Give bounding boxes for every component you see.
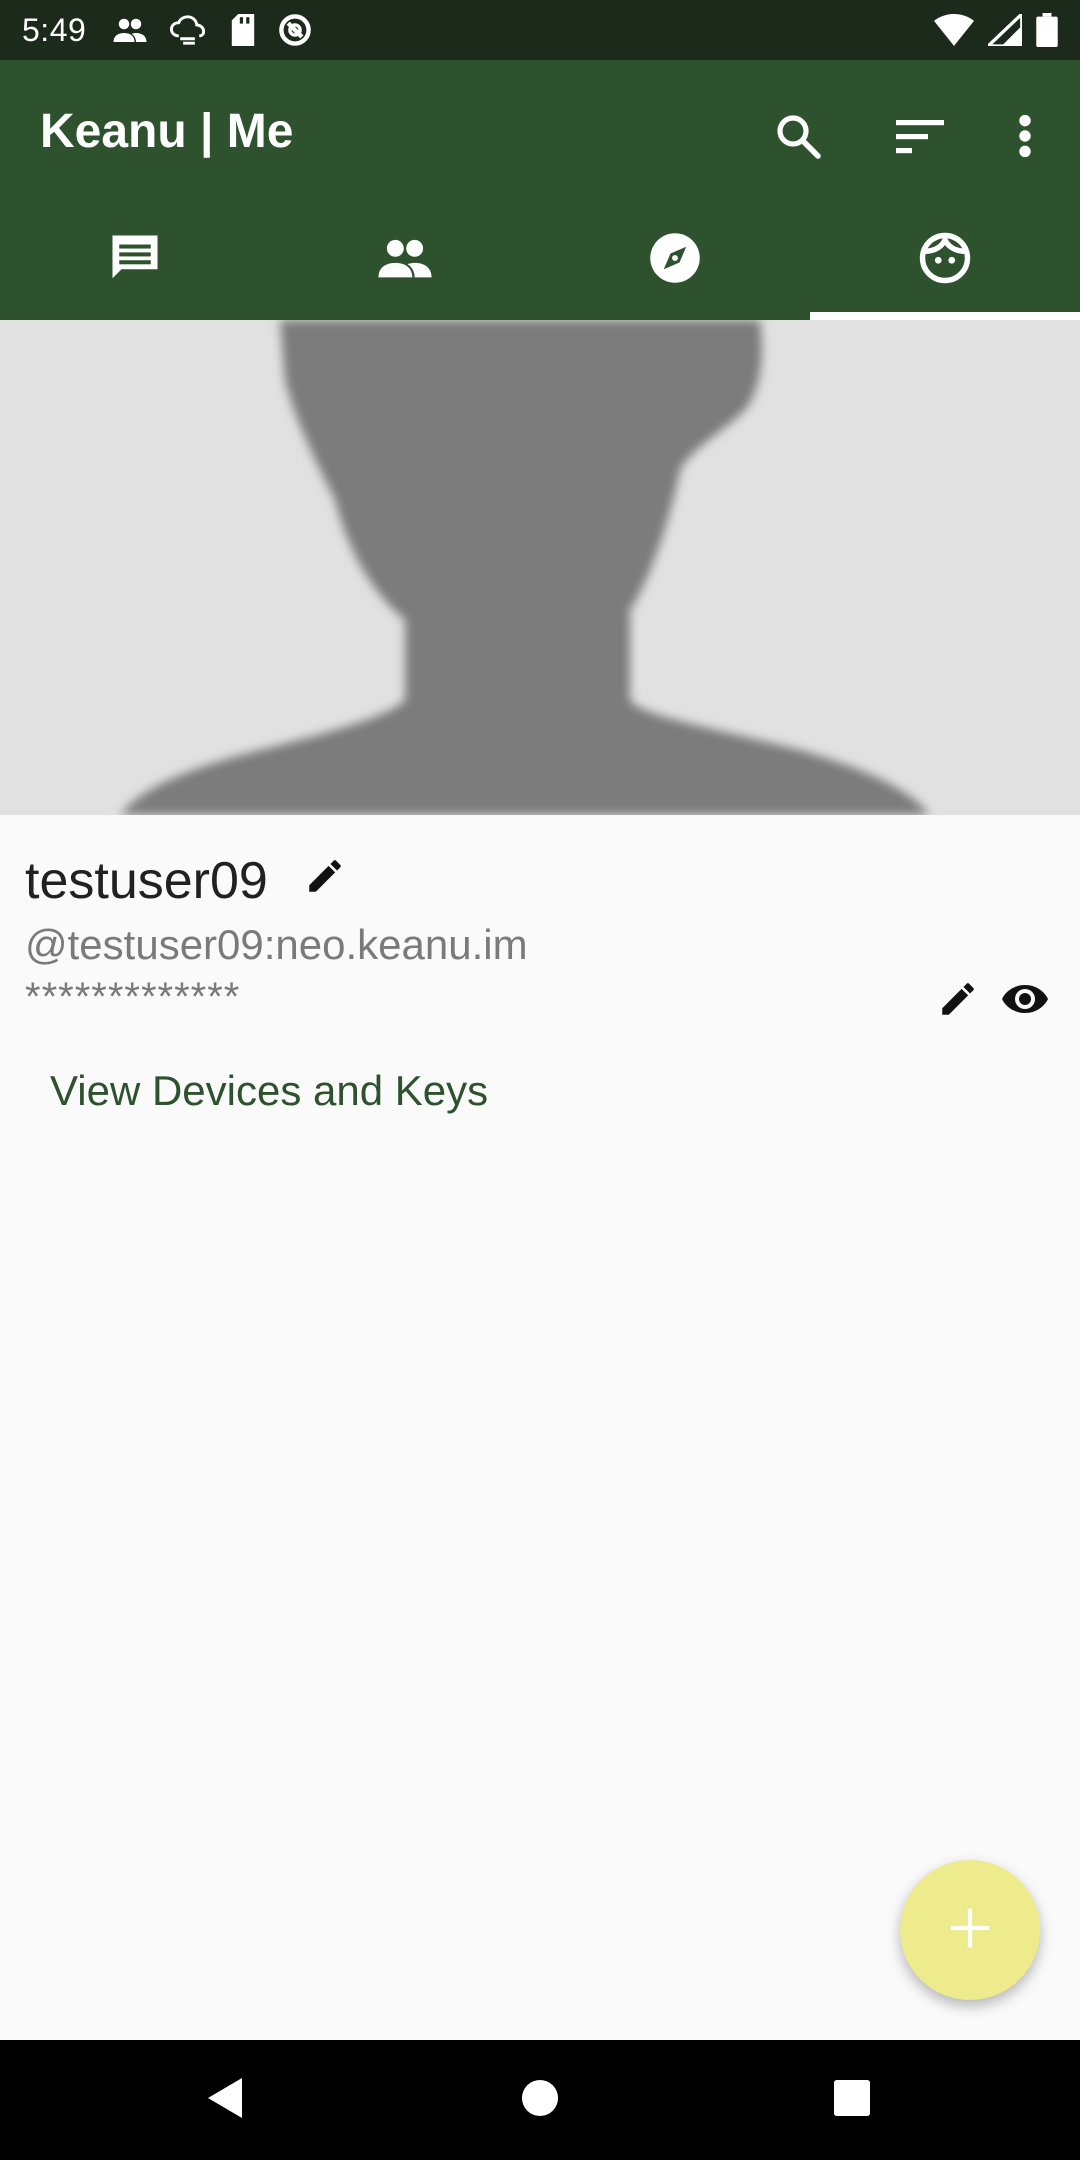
status-bar: 5:49 — [0, 0, 1080, 60]
app-title: Keanu | Me — [40, 105, 294, 158]
pencil-icon — [304, 855, 346, 902]
edit-password-button[interactable] — [930, 973, 986, 1029]
sd-card-icon — [230, 14, 256, 46]
tab-explore[interactable] — [540, 200, 810, 320]
app-bar: Keanu | Me — [0, 60, 1080, 320]
back-icon — [206, 2076, 246, 2125]
explore-icon — [648, 231, 702, 290]
eye-icon — [1001, 982, 1049, 1021]
home-button[interactable] — [500, 2060, 580, 2140]
chat-icon — [108, 231, 162, 290]
system-nav-bar — [0, 2040, 1080, 2160]
tab-me[interactable] — [810, 200, 1080, 320]
pencil-icon — [937, 978, 979, 1025]
show-password-button[interactable] — [995, 973, 1055, 1029]
status-left-icons — [112, 13, 312, 47]
contacts-icon — [376, 238, 434, 283]
signal-icon — [988, 14, 1022, 46]
user-id: @testuser09:neo.keanu.im — [25, 921, 528, 968]
status-right-icons — [934, 13, 1058, 47]
cloud-sync-icon — [170, 15, 208, 45]
display-name: testuser09 — [25, 852, 268, 910]
sort-button[interactable] — [880, 98, 960, 178]
edit-display-name-button[interactable] — [300, 853, 350, 903]
tab-contacts[interactable] — [270, 200, 540, 320]
face-icon — [918, 231, 972, 290]
wifi-icon — [934, 14, 974, 46]
password-field: ************* — [25, 975, 241, 1019]
battery-icon — [1036, 13, 1058, 47]
sort-icon — [896, 118, 944, 159]
people-icon — [112, 16, 148, 44]
back-button[interactable] — [186, 2060, 266, 2140]
more-options-button[interactable] — [985, 98, 1065, 178]
recents-icon — [834, 2079, 870, 2121]
more-vert-icon — [1018, 114, 1032, 163]
tab-chats[interactable] — [0, 200, 270, 320]
plus-icon — [949, 1907, 991, 1954]
avatar-banner[interactable] — [0, 320, 1080, 815]
recents-button[interactable] — [812, 2060, 892, 2140]
search-icon — [774, 112, 822, 165]
status-time: 5:49 — [22, 11, 87, 48]
tab-bar — [0, 200, 1080, 320]
home-icon — [521, 2079, 559, 2122]
view-devices-link[interactable]: View Devices and Keys — [50, 1067, 488, 1115]
search-button[interactable] — [758, 98, 838, 178]
avatar-silhouette — [120, 320, 930, 815]
no-disturb-icon — [278, 13, 312, 47]
add-fab[interactable] — [900, 1860, 1040, 2000]
